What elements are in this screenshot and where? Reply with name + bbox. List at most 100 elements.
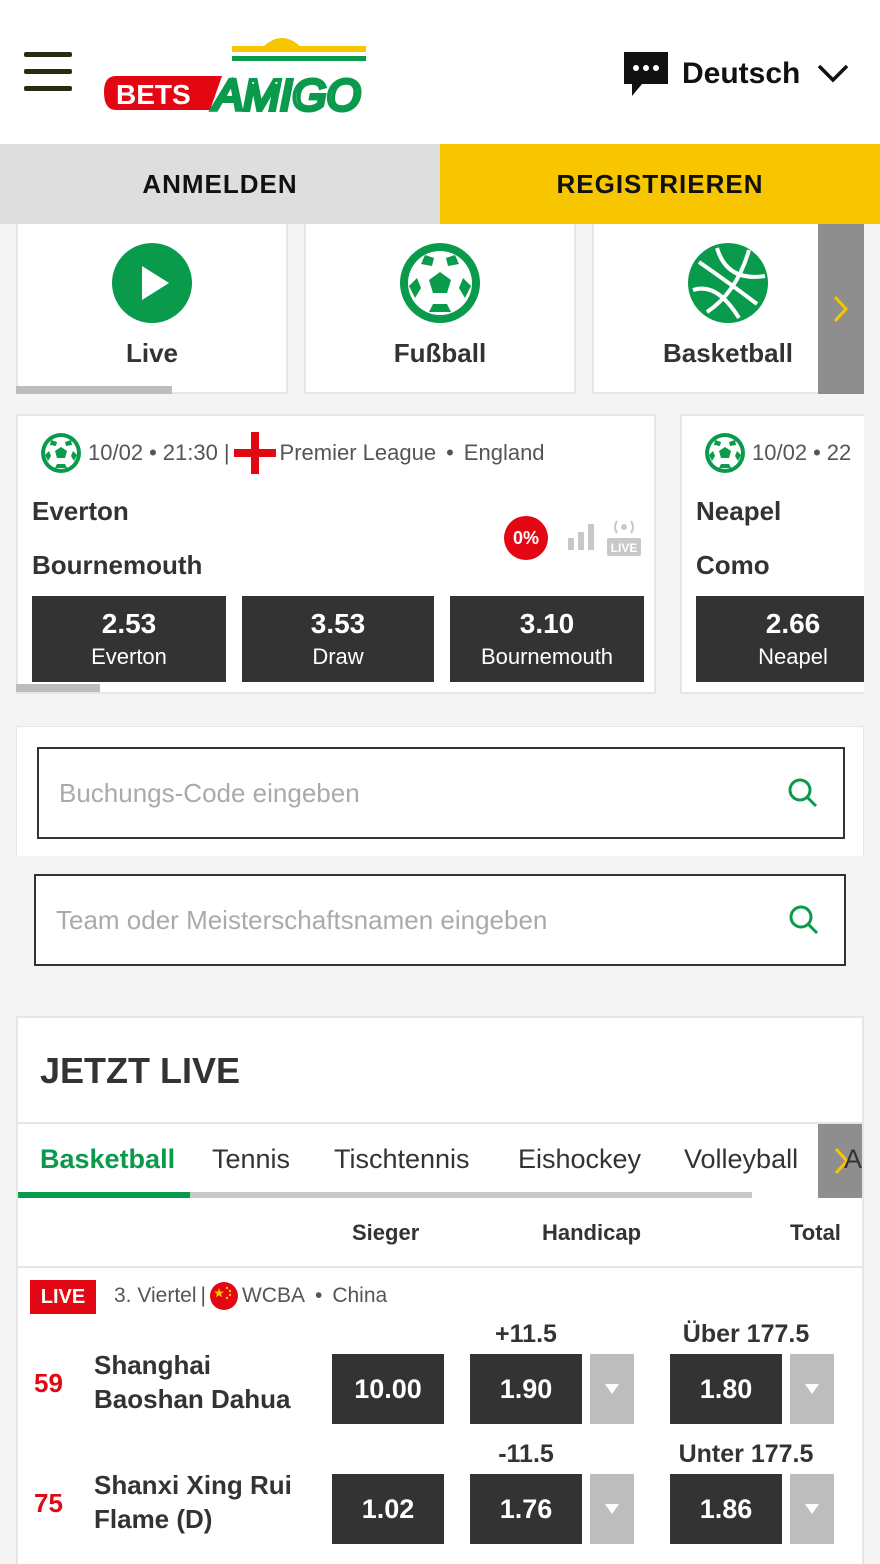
match-card[interactable]: 10/02 • 22 Neapel Como 2.66 Neapel xyxy=(680,414,864,694)
odd-button-home[interactable]: 2.66 Neapel xyxy=(696,596,864,682)
event-league: WCBA xyxy=(241,1284,305,1307)
tab-ice-hockey[interactable]: Eishockey xyxy=(518,1144,641,1175)
total-dropdown[interactable] xyxy=(790,1474,834,1544)
total-line: Unter 177.5 xyxy=(678,1440,814,1468)
chevron-down-icon xyxy=(818,64,849,83)
odd-label: Everton xyxy=(91,644,167,669)
team-search-input[interactable] xyxy=(36,904,788,936)
live-badge: LIVE xyxy=(30,1280,96,1314)
tab-volleyball[interactable]: Volleyball xyxy=(684,1144,798,1175)
match-time: 21:30 xyxy=(162,440,218,465)
event-period: 3. Viertel xyxy=(114,1284,197,1307)
match-meta: 10/02 • 22 xyxy=(704,432,851,474)
odd-value: 3.10 xyxy=(519,608,575,639)
basketball-icon xyxy=(688,243,768,323)
section-title: JETZT LIVE xyxy=(40,1050,241,1091)
language-selector[interactable]: Deutsch xyxy=(620,48,850,100)
tab-overflow-label: A xyxy=(844,1144,863,1174)
soccer-ball-icon xyxy=(41,433,81,473)
handicap-odd-button[interactable]: 1.90 xyxy=(470,1354,582,1424)
handicap-line: +11.5 xyxy=(495,1320,557,1348)
svg-text:LIVE: LIVE xyxy=(611,541,638,555)
active-tab-indicator xyxy=(18,1192,190,1198)
sport-tile-live[interactable]: Live xyxy=(16,224,288,394)
team-score: 75 xyxy=(34,1488,63,1518)
search-icon[interactable] xyxy=(787,777,819,809)
team-score: 59 xyxy=(34,1368,63,1398)
match-country: England xyxy=(463,440,545,465)
margin-badge: 0% xyxy=(504,516,548,560)
logo[interactable]: BETS AMIGO xyxy=(102,30,372,122)
total-line: Über 177.5 xyxy=(682,1320,810,1348)
winner-odd-button[interactable]: 10.00 xyxy=(332,1354,444,1424)
carousel-scrollbar[interactable] xyxy=(16,386,172,394)
home-team: Everton xyxy=(32,496,129,526)
odd-button-away[interactable]: 3.10 Bournemouth xyxy=(450,596,644,682)
total-odd-button[interactable]: 1.80 xyxy=(670,1354,782,1424)
tab-table-tennis[interactable]: Tischtennis xyxy=(334,1144,470,1175)
odd-value: 3.53 xyxy=(310,608,366,639)
caret-down-icon xyxy=(605,1384,619,1394)
match-league: Premier League xyxy=(279,440,437,465)
column-header-handicap: Handicap xyxy=(542,1220,642,1245)
live-stream-icon[interactable]: LIVE xyxy=(606,518,642,558)
match-time: 22 xyxy=(826,440,852,465)
sport-tile-label: Live xyxy=(125,338,179,368)
odd-button-draw[interactable]: 3.53 Draw xyxy=(242,596,434,682)
caret-down-icon xyxy=(805,1384,819,1394)
sport-tile-label: Fußball xyxy=(393,338,487,368)
menu-icon[interactable] xyxy=(24,52,72,92)
booking-code-input[interactable] xyxy=(39,777,787,809)
sport-tile-football[interactable]: Fußball xyxy=(304,224,576,394)
divider xyxy=(18,1122,862,1124)
handicap-line: -11.5 xyxy=(498,1440,554,1468)
chevron-right-icon xyxy=(833,295,849,323)
cards-scrollbar[interactable] xyxy=(16,684,100,692)
total-odd-button[interactable]: 1.86 xyxy=(670,1474,782,1544)
team-name: Shanxi Xing Rui Flame (D) xyxy=(94,1468,292,1536)
handicap-dropdown[interactable] xyxy=(590,1474,634,1544)
tab-tennis[interactable]: Tennis xyxy=(212,1144,290,1175)
booking-code-section xyxy=(16,726,864,856)
booking-code-field[interactable] xyxy=(37,747,845,839)
match-meta: 10/02 • 21:30 | Premier League • England xyxy=(40,432,545,474)
column-header-total: Total xyxy=(790,1220,841,1245)
search-icon[interactable] xyxy=(788,904,820,936)
china-flag-icon xyxy=(209,1282,238,1310)
home-team: Neapel xyxy=(696,496,782,526)
team-name: Shanghai Baoshan Dahua xyxy=(94,1348,291,1416)
auth-bar: ANMELDEN REGISTRIEREN xyxy=(0,144,880,224)
sports-carousel: Live Fußball Basketball xyxy=(16,224,864,394)
tab-basketball[interactable]: Basketball xyxy=(40,1144,175,1175)
odd-value: 2.53 xyxy=(101,608,157,639)
column-header-winner: Sieger xyxy=(352,1220,420,1245)
featured-matches: 10/02 • 21:30 | Premier League • England… xyxy=(16,414,864,694)
handicap-odd-button[interactable]: 1.76 xyxy=(470,1474,582,1544)
away-team: Bournemouth xyxy=(32,550,203,580)
team-search-field[interactable] xyxy=(34,874,846,966)
chat-icon xyxy=(624,52,668,96)
play-icon xyxy=(112,243,192,323)
odd-value: 2.66 xyxy=(765,608,821,639)
odd-label: Neapel xyxy=(758,644,828,669)
sport-tile-label: Basketball xyxy=(662,338,794,368)
divider xyxy=(18,1266,862,1268)
logo-text-bets: BETS xyxy=(116,79,191,110)
stats-icon[interactable] xyxy=(566,522,596,552)
carousel-next-button[interactable] xyxy=(818,224,864,394)
caret-down-icon xyxy=(605,1504,619,1514)
odd-button-home[interactable]: 2.53 Everton xyxy=(32,596,226,682)
register-button[interactable]: REGISTRIEREN xyxy=(440,144,880,224)
team-name-line: Shanxi Xing Rui xyxy=(94,1470,292,1500)
match-card[interactable]: 10/02 • 21:30 | Premier League • England… xyxy=(16,414,656,694)
soccer-ball-icon xyxy=(705,433,745,473)
team-name-line: Flame (D) xyxy=(94,1504,213,1534)
login-button[interactable]: ANMELDEN xyxy=(0,144,440,224)
handicap-dropdown[interactable] xyxy=(590,1354,634,1424)
header: BETS AMIGO Deutsch xyxy=(0,0,880,144)
total-dropdown[interactable] xyxy=(790,1354,834,1424)
live-now-section: JETZT LIVE Basketball Tennis Tischtennis… xyxy=(16,1016,864,1564)
match-date: 10/02 xyxy=(752,440,808,465)
away-team: Como xyxy=(696,550,770,580)
winner-odd-button[interactable]: 1.02 xyxy=(332,1474,444,1544)
